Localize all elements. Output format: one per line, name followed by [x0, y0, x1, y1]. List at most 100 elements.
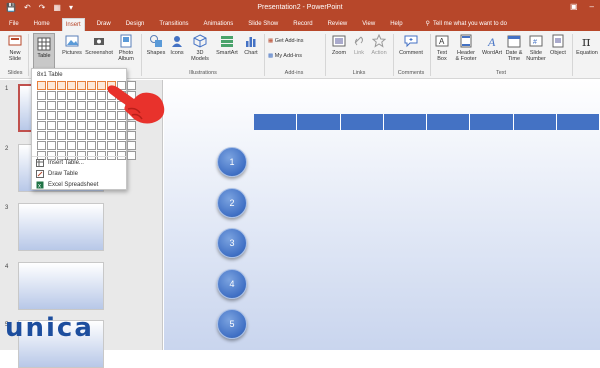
table-cell[interactable]: [513, 114, 557, 130]
screenshot-button[interactable]: Screenshot: [84, 34, 114, 56]
table-cell[interactable]: [340, 114, 384, 130]
table-grid-cell[interactable]: [67, 131, 76, 140]
excel-spreadsheet-menu-item[interactable]: x Excel Spreadsheet: [36, 181, 98, 189]
table-grid-cell[interactable]: [97, 121, 106, 130]
table-grid-cell[interactable]: [47, 111, 56, 120]
table-cell[interactable]: [297, 114, 341, 130]
table-grid-cell[interactable]: [87, 81, 96, 90]
shapes-button[interactable]: Shapes: [145, 34, 167, 56]
table-grid-cell[interactable]: [37, 101, 46, 110]
tab-view[interactable]: View: [359, 18, 378, 31]
table-cell[interactable]: [556, 114, 600, 130]
link-button[interactable]: Link: [350, 34, 368, 56]
table-grid-cell[interactable]: [37, 131, 46, 140]
icons-button[interactable]: Icons: [167, 34, 187, 56]
table-grid-cell[interactable]: [47, 81, 56, 90]
wordart-button[interactable]: A WordArt: [480, 34, 504, 56]
text-box-button[interactable]: A Text Box: [433, 34, 451, 62]
table-grid-cell[interactable]: [57, 81, 66, 90]
date-time-button[interactable]: Date & Time: [504, 34, 524, 62]
action-button[interactable]: Action: [369, 34, 389, 56]
table-grid-cell[interactable]: [67, 91, 76, 100]
table-cell[interactable]: [383, 114, 427, 130]
tab-file[interactable]: File: [6, 18, 22, 31]
table-grid-cell[interactable]: [97, 141, 106, 150]
slide-thumbnail-3[interactable]: [18, 203, 104, 251]
3d-models-button[interactable]: 3D Models: [188, 34, 212, 62]
table-grid-cell[interactable]: [67, 101, 76, 110]
table-cell[interactable]: [470, 114, 514, 130]
slide-thumbnail-4[interactable]: [18, 262, 104, 310]
table-grid-cell[interactable]: [87, 131, 96, 140]
table-grid-cell[interactable]: [37, 141, 46, 150]
insert-table-menu-item[interactable]: Insert Table...: [36, 159, 84, 167]
numbered-circle[interactable]: 2: [217, 188, 247, 218]
table-grid-cell[interactable]: [67, 81, 76, 90]
tab-help[interactable]: Help: [387, 18, 405, 31]
tab-draw[interactable]: Draw: [94, 18, 114, 31]
table-grid-cell[interactable]: [127, 141, 136, 150]
tab-record[interactable]: Record: [290, 18, 315, 31]
table-grid-cell[interactable]: [87, 111, 96, 120]
table-grid-cell[interactable]: [47, 141, 56, 150]
table-grid-cell[interactable]: [77, 101, 86, 110]
table-grid-cell[interactable]: [117, 141, 126, 150]
table-grid-cell[interactable]: [37, 111, 46, 120]
table-grid-cell[interactable]: [57, 141, 66, 150]
table-grid-cell[interactable]: [87, 101, 96, 110]
table-grid-cell[interactable]: [67, 121, 76, 130]
table-grid-cell[interactable]: [77, 111, 86, 120]
zoom-button[interactable]: Zoom: [329, 34, 349, 56]
table-grid-cell[interactable]: [47, 131, 56, 140]
table-grid-cell[interactable]: [97, 101, 106, 110]
comment-button[interactable]: Comment: [397, 34, 425, 56]
table-cell[interactable]: [427, 114, 471, 130]
equation-button[interactable]: π Equation: [574, 34, 600, 56]
tab-review[interactable]: Review: [325, 18, 351, 31]
table-grid-cell[interactable]: [77, 81, 86, 90]
table-cell[interactable]: [254, 114, 298, 130]
chart-button[interactable]: Chart: [241, 34, 261, 56]
slide-table[interactable]: [254, 114, 600, 130]
tab-insert[interactable]: Insert: [61, 18, 85, 31]
table-grid-cell[interactable]: [57, 121, 66, 130]
my-addins-button[interactable]: ▩ My Add-ins: [268, 53, 328, 59]
table-grid-cell[interactable]: [87, 141, 96, 150]
tab-transitions[interactable]: Transitions: [156, 18, 191, 31]
new-slide-button[interactable]: New Slide: [4, 34, 26, 62]
table-grid-cell[interactable]: [97, 91, 106, 100]
tab-home[interactable]: Home: [31, 18, 53, 31]
get-addins-button[interactable]: ▦ Get Add-ins: [268, 38, 328, 44]
object-button[interactable]: Object: [547, 34, 569, 56]
table-grid-cell[interactable]: [57, 101, 66, 110]
table-grid-cell[interactable]: [37, 121, 46, 130]
numbered-circle[interactable]: 4: [217, 269, 247, 299]
table-grid-cell[interactable]: [47, 91, 56, 100]
table-grid-cell[interactable]: [57, 131, 66, 140]
minimize-icon[interactable]: –: [590, 2, 594, 11]
photo-album-button[interactable]: Photo Album: [114, 34, 138, 62]
table-grid-cell[interactable]: [57, 111, 66, 120]
tab-animations[interactable]: Animations: [201, 18, 237, 31]
table-grid-cell[interactable]: [57, 91, 66, 100]
table-grid-cell[interactable]: [37, 91, 46, 100]
table-grid-cell[interactable]: [67, 111, 76, 120]
ribbon-display-icon[interactable]: ▣: [570, 2, 578, 11]
tab-slide-show[interactable]: Slide Show: [245, 18, 281, 31]
table-grid-cell[interactable]: [77, 141, 86, 150]
table-grid-cell[interactable]: [77, 91, 86, 100]
slide-number-button[interactable]: # Slide Number: [525, 34, 547, 62]
table-grid-cell[interactable]: [107, 141, 116, 150]
table-grid-cell[interactable]: [37, 81, 46, 90]
table-grid-cell[interactable]: [77, 131, 86, 140]
table-grid-cell[interactable]: [127, 131, 136, 140]
smartart-button[interactable]: SmartArt: [213, 34, 241, 56]
table-grid-cell[interactable]: [127, 151, 136, 160]
table-grid-cell[interactable]: [67, 141, 76, 150]
table-grid-cell[interactable]: [87, 91, 96, 100]
table-grid-cell[interactable]: [117, 131, 126, 140]
table-grid-cell[interactable]: [107, 131, 116, 140]
pictures-button[interactable]: Pictures: [60, 34, 84, 56]
table-grid-cell[interactable]: [97, 81, 106, 90]
table-grid-cell[interactable]: [47, 121, 56, 130]
